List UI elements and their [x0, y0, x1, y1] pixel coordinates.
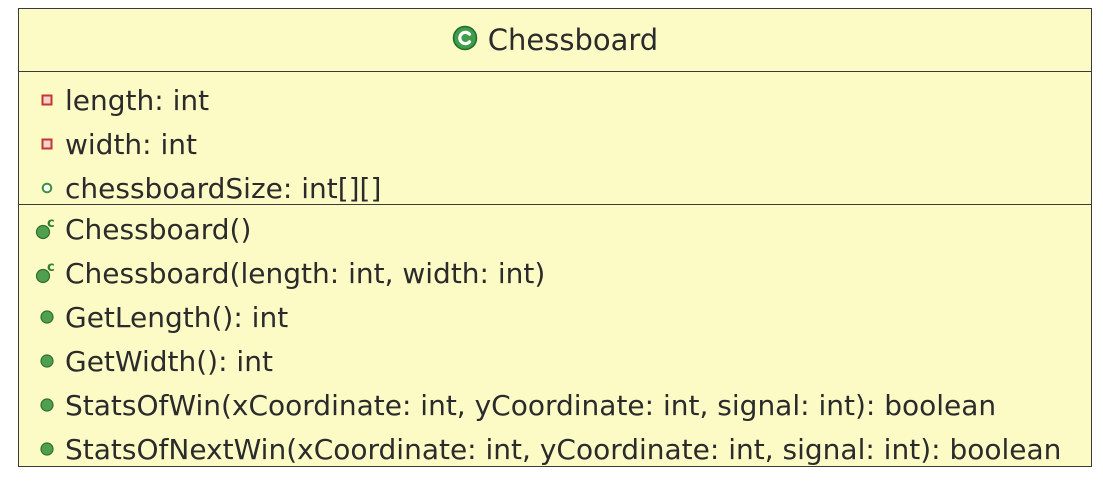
method-text: Chessboard()	[65, 212, 252, 246]
svg-text:c: c	[47, 260, 55, 275]
private-field-icon	[33, 130, 61, 158]
uml-class-box: Chessboard length: int width: int chessb…	[18, 8, 1092, 467]
class-header: Chessboard	[19, 9, 1091, 72]
field-row: width: int	[33, 122, 1091, 166]
public-method-icon	[33, 435, 61, 463]
method-row: GetLength(): int	[33, 295, 1091, 339]
class-name: Chessboard	[487, 23, 659, 57]
method-row: StatsOfNextWin(xCoordinate: int, yCoordi…	[33, 427, 1091, 471]
method-row: c Chessboard(length: int, width: int)	[33, 251, 1091, 295]
method-text: StatsOfNextWin(xCoordinate: int, yCoordi…	[65, 432, 1062, 466]
method-row: StatsOfWin(xCoordinate: int, yCoordinate…	[33, 383, 1091, 427]
public-method-icon	[33, 347, 61, 375]
field-text: chessboardSize: int[][]	[65, 171, 382, 205]
methods-section: c Chessboard() c Chessboard(length: int,…	[19, 205, 1091, 471]
method-row: GetWidth(): int	[33, 339, 1091, 383]
method-text: GetLength(): int	[65, 300, 289, 334]
fields-section: length: int width: int chessboardSize: i…	[19, 72, 1091, 205]
package-field-icon	[33, 174, 61, 202]
constructor-icon: c	[33, 259, 61, 287]
public-method-icon	[33, 303, 61, 331]
method-text: Chessboard(length: int, width: int)	[65, 256, 546, 290]
private-field-icon	[33, 86, 61, 114]
method-row: c Chessboard()	[33, 207, 1091, 251]
class-icon	[452, 25, 478, 55]
public-method-icon	[33, 391, 61, 419]
field-row: length: int	[33, 78, 1091, 122]
svg-text:c: c	[47, 216, 55, 231]
field-row: chessboardSize: int[][]	[33, 166, 1091, 210]
field-text: length: int	[65, 83, 210, 117]
method-text: GetWidth(): int	[65, 344, 273, 378]
field-text: width: int	[65, 127, 198, 161]
method-text: StatsOfWin(xCoordinate: int, yCoordinate…	[65, 388, 997, 422]
constructor-icon: c	[33, 215, 61, 243]
